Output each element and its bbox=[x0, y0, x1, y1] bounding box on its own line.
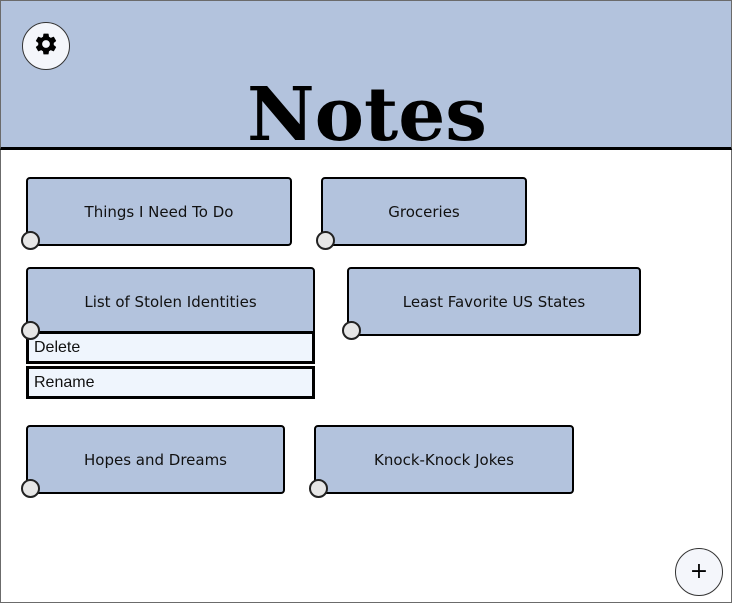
note-handle[interactable] bbox=[21, 321, 40, 340]
note-card[interactable]: Hopes and Dreams bbox=[26, 425, 285, 494]
context-menu-delete[interactable]: Delete bbox=[26, 331, 315, 364]
add-note-button[interactable]: + bbox=[675, 548, 723, 596]
note-title: List of Stolen Identities bbox=[84, 292, 257, 311]
note-card[interactable]: Things I Need To Do bbox=[26, 177, 292, 246]
note-card[interactable]: List of Stolen Identities bbox=[26, 267, 315, 336]
context-menu-rename[interactable]: Rename bbox=[26, 366, 315, 399]
note-card[interactable]: Groceries bbox=[321, 177, 527, 246]
note-card[interactable]: Knock-Knock Jokes bbox=[314, 425, 574, 494]
gear-icon bbox=[33, 31, 59, 61]
note-title: Knock-Knock Jokes bbox=[374, 450, 514, 469]
note-title: Least Favorite US States bbox=[402, 292, 586, 311]
note-handle[interactable] bbox=[309, 479, 328, 498]
note-title: Things I Need To Do bbox=[84, 202, 234, 221]
note-title: Groceries bbox=[388, 202, 460, 221]
note-handle[interactable] bbox=[21, 231, 40, 250]
note-card[interactable]: Least Favorite US States bbox=[347, 267, 641, 336]
note-title: Hopes and Dreams bbox=[83, 450, 227, 469]
page-title: Notes bbox=[247, 72, 487, 158]
note-handle[interactable] bbox=[342, 321, 361, 340]
settings-button[interactable] bbox=[22, 22, 70, 70]
plus-icon: + bbox=[689, 559, 709, 584]
note-handle[interactable] bbox=[21, 479, 40, 498]
menu-item-label: Rename bbox=[34, 373, 95, 391]
header-bar: Notes bbox=[0, 0, 732, 157]
menu-item-label: Delete bbox=[34, 338, 81, 356]
note-handle[interactable] bbox=[316, 231, 335, 250]
